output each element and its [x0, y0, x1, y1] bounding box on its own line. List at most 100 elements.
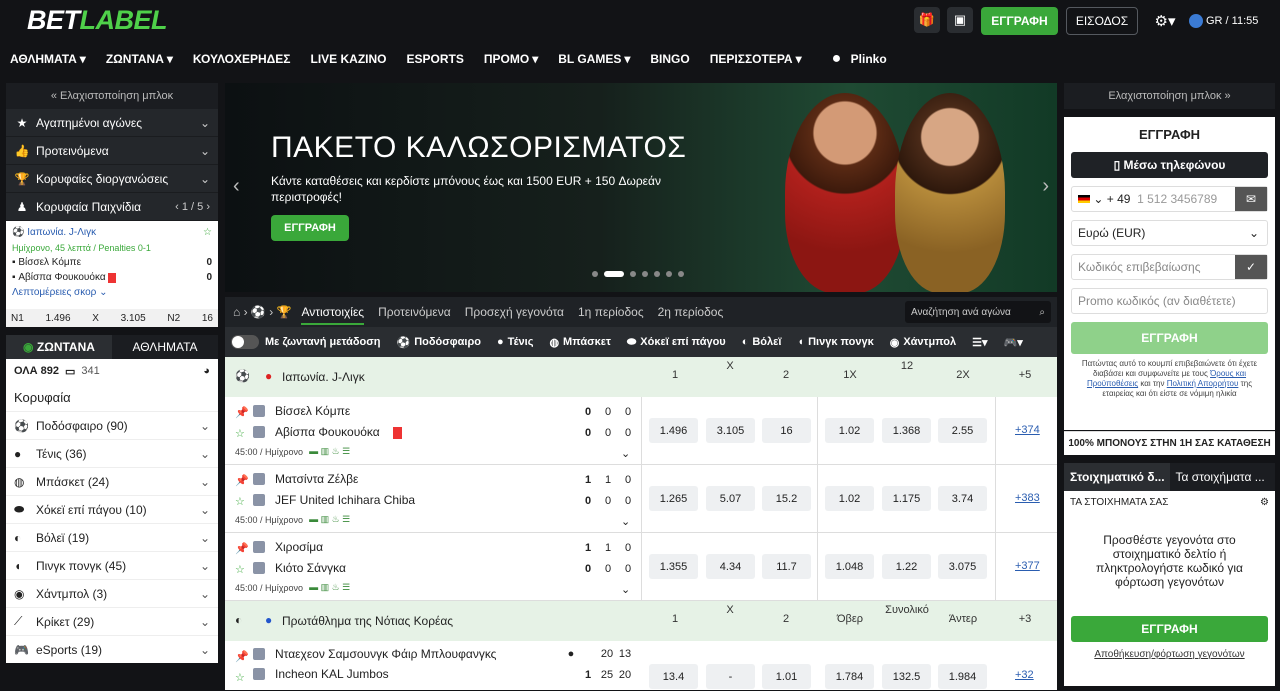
filter-table-tennis[interactable]: ◖ Πινγκ πονγκ	[797, 336, 873, 348]
odd-button[interactable]: 1.175	[882, 486, 931, 511]
betslip-register-button[interactable]: ΕΓΓΡΑΦΗ	[1071, 616, 1268, 642]
odd-button[interactable]: 5.07	[706, 486, 755, 511]
pie-icon[interactable]: ◕	[203, 365, 210, 377]
sport-football[interactable]: ⚽ Ποδόσφαιρο (90) ⌄	[6, 411, 218, 439]
banner-prev-arrow[interactable]: ‹	[233, 175, 240, 198]
event-row[interactable]: 📌 ☆ Βίσσελ Κόμπε Αβίσπα Φουκουόκα 0 0 0 0 0 0 1.49…	[225, 397, 1057, 465]
odd-button[interactable]: 1.02	[825, 486, 874, 511]
odd-button[interactable]: 1.01	[762, 664, 811, 689]
tab-betslip[interactable]: Στοιχηματικό δ...	[1064, 463, 1170, 491]
chevron-down-icon[interactable]: ⌄	[621, 447, 630, 460]
filter-tennis[interactable]: ● Τένις	[497, 336, 533, 348]
bonus-banner[interactable]: 100% ΜΠΟΝΟΥΣ ΣΤΗΝ 1Η ΣΑΣ ΚΑΤΑΘΕΣΗ	[1064, 431, 1275, 455]
event-row[interactable]: 📌 ☆ Χιροσίμα Κιότο Σάνγκα 1 0 1 0 0 0 1.355 4.34 11.…	[225, 533, 1057, 601]
settings-gear-icon[interactable]: ⚙▾	[1147, 7, 1183, 35]
sport-esports[interactable]: 🎮 eSports (19) ⌄	[6, 635, 218, 663]
star-icon[interactable]: ☆	[203, 227, 212, 238]
event-row[interactable]: 📌 ☆ Ματσίντα Ζέλβε JEF United Ichihara Chib…	[225, 465, 1057, 533]
promo-banner[interactable]: ‹ › ΠΑΚΕΤΟ ΚΑΛΩΣΟΡΙΣΜΑΤΟΣ Κάντε καταθέσε…	[225, 83, 1057, 292]
currency-select[interactable]: Ευρώ (EUR) ⌄	[1071, 220, 1268, 246]
odd-button[interactable]: 15.2	[762, 486, 811, 511]
event-row[interactable]: 📌 ☆ Νταεχεον Σαμσουνγκ Φάιρ Μπλουφανγκς …	[225, 641, 1057, 691]
filter-hockey[interactable]: ⬬ Χόκεϊ επί πάγου	[627, 336, 726, 349]
odd-button[interactable]: 11.7	[762, 554, 811, 579]
login-button[interactable]: ΕΙΣΟΔΟΣ	[1066, 7, 1138, 35]
pager[interactable]: ‹ 1 / 5 ›	[175, 201, 210, 213]
check-icon[interactable]: ✓	[1235, 255, 1267, 279]
top-match-card[interactable]: ⚽ Ιαπωνία. J-Λιγκ ☆ Ημίχρονο, 45 λεπτά / …	[6, 221, 218, 327]
sport-table-tennis[interactable]: ◖ Πινγκ πονγκ (45) ⌄	[6, 551, 218, 579]
gamepad-icon[interactable]: 🎮▾	[1004, 336, 1023, 349]
banner-next-arrow[interactable]: ›	[1042, 175, 1049, 198]
sport-basketball[interactable]: ◍ Μπάσκετ (24) ⌄	[6, 467, 218, 495]
register-submit-button[interactable]: ΕΓΓΡΑΦΗ	[1071, 322, 1268, 354]
home-icon[interactable]: ⌂ › ⚽ › 🏆	[233, 305, 291, 319]
menu-top-games[interactable]: ♟ Κορυφαία Παιχνίδια ‹ 1 / 5 ›	[6, 193, 218, 221]
pin-icon[interactable]: 📌	[235, 406, 249, 419]
odd-button[interactable]: 1.355	[649, 554, 698, 579]
tab-first-period[interactable]: 1η περίοδος	[578, 305, 644, 319]
more-markets-link[interactable]: +383	[1015, 492, 1040, 504]
banner-register-button[interactable]: ΕΓΓΡΑΦΗ	[271, 215, 349, 241]
email-icon[interactable]: ✉	[1235, 187, 1267, 211]
nav-live-casino[interactable]: LIVE ΚΑΖΙΝΟ	[310, 52, 386, 66]
tab-upcoming[interactable]: Προσεχή γεγονότα	[465, 305, 564, 319]
chevron-down-icon[interactable]: ⌄	[621, 515, 630, 528]
odd-button[interactable]: 3.075	[938, 554, 987, 579]
nav-live[interactable]: ΖΩΝΤΑΝΑ ▾	[106, 52, 173, 66]
logo[interactable]: BETLABEL	[27, 5, 167, 36]
odd-button[interactable]: 1.265	[649, 486, 698, 511]
tab-sports[interactable]: ΑΘΛΗΜΑΤΑ	[112, 335, 218, 359]
odd-button[interactable]: 1.048	[825, 554, 874, 579]
via-phone-button[interactable]: ▯ Μέσω τηλεφώνου	[1071, 152, 1268, 178]
sport-cricket[interactable]: ⟋ Κρίκετ (29) ⌄	[6, 607, 218, 635]
menu-favorites[interactable]: ★ Αγαπημένοι αγώνες ⌄	[6, 109, 218, 137]
filter-basketball[interactable]: ◍ Μπάσκετ	[549, 336, 610, 349]
odd-button[interactable]: 3.74	[938, 486, 987, 511]
odd-button[interactable]: 3.105	[121, 313, 146, 324]
stats-icons[interactable]: ▬ ▥ ♨ ☰	[309, 514, 350, 525]
odd-button[interactable]: 1.496	[649, 418, 698, 443]
odd-button[interactable]: 132.5	[882, 664, 931, 689]
tv-icon[interactable]: ▣	[947, 7, 973, 33]
privacy-link[interactable]: Πολιτική Απορρήτου	[1167, 379, 1239, 388]
odd-button[interactable]: 16	[202, 313, 213, 324]
nav-more[interactable]: ΠΕΡΙΣΣΟΤΕΡΑ ▾	[710, 52, 802, 66]
nav-sports[interactable]: ΑΘΛΗΜΑΤΑ ▾	[10, 52, 86, 66]
gear-icon[interactable]: ⚙	[1260, 497, 1269, 508]
confirmation-code-input[interactable]: Κωδικός επιβεβαίωσης ✓	[1071, 254, 1268, 280]
nav-slots[interactable]: ΚΟΥΛΟΧΕΡΗΔΕΣ	[193, 52, 291, 66]
promo-code-input[interactable]: Promo κωδικός (αν διαθέτετε)	[1071, 288, 1268, 314]
pin-icon[interactable]: 📌	[235, 650, 249, 663]
league-header-jleague[interactable]: ⚽ ● Ιαπωνία. J-Λιγκ 1 X 2 1X 12 2X +5	[225, 357, 1057, 397]
odd-button[interactable]: 13.4	[649, 664, 698, 689]
tab-my-bets[interactable]: Τα στοιχήματα ...	[1170, 463, 1276, 491]
menu-top-tournaments[interactable]: 🏆 Κορυφαίες διοργανώσεις ⌄	[6, 165, 218, 193]
save-load-events-link[interactable]: Αποθήκευση/φόρτωση γεγονότων	[1064, 649, 1275, 660]
more-markets-link[interactable]: +374	[1015, 424, 1040, 436]
gift-icon[interactable]: 🎁	[914, 7, 940, 33]
filter-handball[interactable]: ◉ Χάντμπολ	[890, 336, 956, 349]
stats-icons[interactable]: ▬ ▥ ♨ ☰	[309, 446, 350, 457]
league-header-korea[interactable]: ◐ ● Πρωτάθλημα της Νότιας Κορέας 1 X 2 Ό…	[225, 601, 1057, 641]
odd-button[interactable]: 1.496	[46, 313, 71, 324]
tab-live[interactable]: ◉ ΖΩΝΤΑΝΑ	[6, 335, 112, 359]
more-markets-link[interactable]: +377	[1015, 560, 1040, 572]
pin-icon[interactable]: 📌	[235, 542, 249, 555]
all-count[interactable]: ΟΛΑ 892 ▭ 341 ◕	[6, 359, 218, 383]
star-icon[interactable]: ☆	[235, 427, 245, 440]
star-icon[interactable]: ☆	[235, 495, 245, 508]
minimize-left-block[interactable]: « Ελαχιστοποίηση μπλοκ	[6, 83, 218, 109]
odd-button[interactable]: 2.55	[938, 418, 987, 443]
carousel-dots[interactable]	[592, 271, 684, 277]
odd-button[interactable]: 1.368	[882, 418, 931, 443]
sport-volleyball[interactable]: ◐ Βόλεϊ (19) ⌄	[6, 523, 218, 551]
odd-button[interactable]: 1.02	[825, 418, 874, 443]
nav-promo[interactable]: ΠΡΟΜΟ ▾	[484, 52, 538, 66]
register-button[interactable]: ΕΓΓΡΑΦΗ	[981, 7, 1058, 35]
live-stream-toggle[interactable]	[231, 335, 259, 349]
odd-button[interactable]: 3.105	[706, 418, 755, 443]
tab-recommended[interactable]: Προτεινόμενα	[378, 305, 451, 319]
odd-button[interactable]: 4.34	[706, 554, 755, 579]
language-time-selector[interactable]: GR / 11:55	[1189, 7, 1275, 35]
